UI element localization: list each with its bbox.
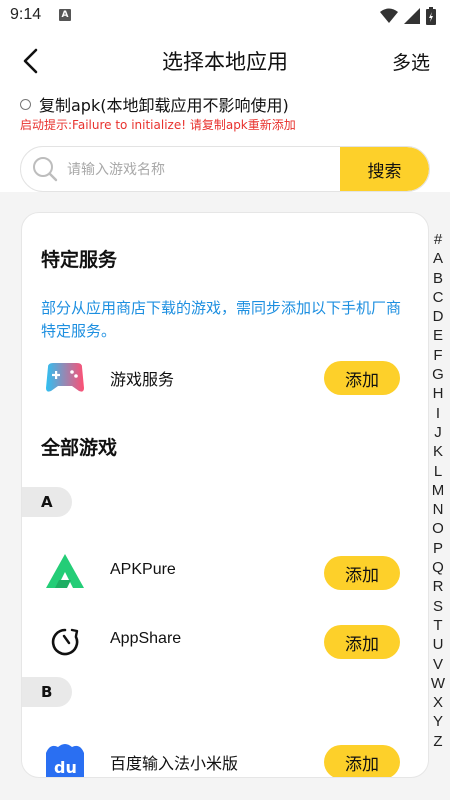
index-letter-h[interactable]: H bbox=[428, 384, 448, 403]
gamepad-icon bbox=[46, 363, 84, 392]
list-item: 游戏服务 添加 bbox=[22, 353, 428, 401]
special-services-notice: 部分从应用商店下载的游戏，需同步添加以下手机厂商特定服务。 bbox=[41, 299, 402, 340]
index-letter-c[interactable]: C bbox=[428, 288, 448, 307]
add-button[interactable]: 添加 bbox=[324, 625, 400, 659]
index-header-a: A bbox=[22, 487, 72, 517]
index-letter-i[interactable]: I bbox=[428, 404, 448, 423]
app-name: APKPure bbox=[110, 561, 176, 578]
index-letter-w[interactable]: W bbox=[428, 674, 448, 693]
page-title: 选择本地应用 bbox=[162, 50, 288, 74]
index-letter-e[interactable]: E bbox=[428, 326, 448, 345]
index-letter-m[interactable]: M bbox=[428, 481, 448, 500]
status-time: 9:14 bbox=[10, 6, 42, 23]
notification-badge-icon: A bbox=[59, 9, 71, 21]
index-letter-x[interactable]: X bbox=[428, 693, 448, 712]
svg-text:du: du bbox=[54, 758, 77, 777]
copy-apk-radio[interactable] bbox=[20, 98, 31, 110]
index-letter-g[interactable]: G bbox=[428, 365, 448, 384]
index-letter-b[interactable]: B bbox=[428, 269, 448, 288]
add-button[interactable]: 添加 bbox=[324, 361, 400, 395]
index-letter-t[interactable]: T bbox=[428, 616, 448, 635]
all-games-title: 全部游戏 bbox=[41, 437, 118, 459]
list-item: APKPure 添加 bbox=[22, 548, 428, 596]
status-icons bbox=[380, 6, 436, 26]
apkpure-logo-icon bbox=[42, 550, 88, 596]
top-bar: 选择本地应用 多选 bbox=[0, 36, 450, 86]
index-letter-j[interactable]: J bbox=[428, 423, 448, 442]
copy-apk-option[interactable]: 复制apk(本地卸载应用不影响使用) bbox=[20, 92, 289, 116]
multi-select-button[interactable]: 多选 bbox=[392, 48, 430, 75]
search-bar: 搜索 bbox=[20, 146, 430, 192]
index-letter-o[interactable]: O bbox=[428, 519, 448, 538]
index-letter-a[interactable]: A bbox=[428, 249, 448, 268]
alphabet-index-bar[interactable]: # A B C D E F G H I J K L M N O P Q R S T U V W X Y Z bbox=[428, 230, 448, 751]
baidu-input-logo-icon: du bbox=[46, 744, 84, 777]
appshare-logo-icon bbox=[51, 628, 79, 656]
search-icon bbox=[33, 157, 58, 182]
index-letter-q[interactable]: Q bbox=[428, 558, 448, 577]
index-letter-n[interactable]: N bbox=[428, 500, 448, 519]
list-item: AppShare 添加 bbox=[22, 617, 428, 665]
index-letter-s[interactable]: S bbox=[428, 597, 448, 616]
search-button[interactable]: 搜索 bbox=[340, 147, 429, 191]
index-letter-y[interactable]: Y bbox=[428, 712, 448, 731]
index-letter-k[interactable]: K bbox=[428, 442, 448, 461]
battery-icon bbox=[426, 7, 436, 25]
app-name: 游戏服务 bbox=[110, 372, 175, 389]
index-letter-z[interactable]: Z bbox=[428, 732, 448, 751]
index-header-b: B bbox=[22, 677, 72, 707]
index-letter-f[interactable]: F bbox=[428, 346, 448, 365]
index-letter-p[interactable]: P bbox=[428, 539, 448, 558]
index-letter-u[interactable]: U bbox=[428, 635, 448, 654]
search-input[interactable] bbox=[65, 147, 319, 191]
index-letter-r[interactable]: R bbox=[428, 577, 448, 596]
signal-icon bbox=[404, 8, 420, 24]
index-letter-hash[interactable]: # bbox=[428, 230, 448, 249]
index-letter-v[interactable]: V bbox=[428, 655, 448, 674]
app-name: 百度输入法小米版 bbox=[110, 756, 239, 773]
index-letter-l[interactable]: L bbox=[428, 462, 448, 481]
copy-apk-label: 复制apk(本地卸载应用不影响使用) bbox=[39, 96, 289, 115]
app-list-card[interactable]: 特定服务 部分从应用商店下载的游戏，需同步添加以下手机厂商特定服务。 游戏服务 … bbox=[21, 212, 429, 778]
wifi-icon bbox=[380, 8, 398, 23]
list-item: du 百度输入法小米版 添加 bbox=[22, 737, 428, 777]
status-bar: 9:14 A bbox=[0, 0, 450, 32]
startup-warning: 启动提示:Failure to initialize! 请复制apk重新添加 bbox=[20, 118, 296, 132]
index-letter-d[interactable]: D bbox=[428, 307, 448, 326]
special-services-title: 特定服务 bbox=[41, 249, 118, 271]
app-name: AppShare bbox=[110, 630, 182, 647]
add-button[interactable]: 添加 bbox=[324, 556, 400, 590]
add-button[interactable]: 添加 bbox=[324, 745, 400, 777]
